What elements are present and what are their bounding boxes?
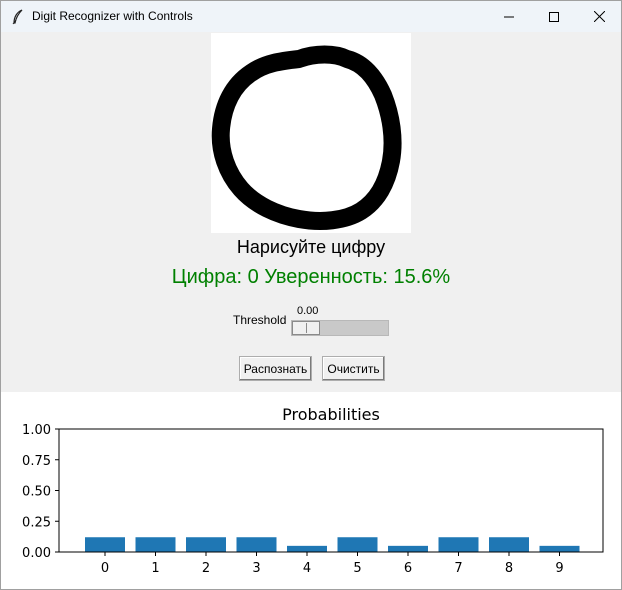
y-tick-label: 1.00 <box>22 423 51 438</box>
close-button[interactable] <box>576 1 621 32</box>
title-bar[interactable]: Digit Recognizer with Controls <box>1 1 621 32</box>
chart-svg: Probabilities 0 1 2 3 4 5 6 7 8 9 0.00 0.25 0.50 0.75 1… <box>22 405 604 576</box>
x-tick-label: 6 <box>404 561 412 576</box>
x-tick-label: 5 <box>353 561 361 576</box>
probability-chart: Probabilities 0 1 2 3 4 5 6 7 8 9 0.00 0.25 0.50 0.75 1… <box>1 392 621 589</box>
chart-bar <box>489 537 529 552</box>
y-tick-label: 0.50 <box>22 485 51 500</box>
x-tick-label: 7 <box>454 561 462 576</box>
app-window: Digit Recognizer with Controls Нарисуйте… <box>0 0 622 590</box>
x-tick-label: 2 <box>202 561 210 576</box>
chart-bar <box>539 545 580 552</box>
x-tick-label: 0 <box>101 561 109 576</box>
chart-bar <box>287 545 327 552</box>
chart-bar <box>135 537 176 552</box>
drawn-stroke <box>211 45 402 230</box>
prediction-result: Цифра: 0 Уверенность: 15.6% <box>171 266 451 288</box>
y-tick-label: 0.25 <box>22 515 51 530</box>
x-tick-label: 1 <box>151 561 159 576</box>
feather-icon <box>12 9 23 25</box>
y-tick-label: 0.00 <box>22 546 51 561</box>
x-tick-label: 8 <box>505 561 513 576</box>
threshold-slider-thumb[interactable] <box>292 321 320 335</box>
close-icon <box>593 11 605 22</box>
chart-bar <box>388 545 428 552</box>
threshold-value: 0.00 <box>297 305 319 317</box>
chart-bar <box>337 537 378 552</box>
clear-button[interactable]: Очистить <box>322 356 385 381</box>
instruction-text: Нарисуйте цифру <box>236 237 386 257</box>
chart-title: Probabilities <box>282 405 380 424</box>
chart-bar <box>85 537 125 552</box>
plot-frame <box>58 428 604 553</box>
maximize-icon <box>549 11 559 22</box>
maximize-button[interactable] <box>531 1 577 32</box>
threshold-label: Threshold <box>233 313 287 327</box>
chart-bar <box>236 537 277 552</box>
chart-bar <box>186 537 226 552</box>
x-tick-label: 9 <box>555 561 563 576</box>
window-title: Digit Recognizer with Controls <box>32 9 193 23</box>
minimize-button[interactable] <box>486 1 532 32</box>
recognize-button[interactable]: Распознать <box>239 356 312 381</box>
x-tick-label: 3 <box>252 561 260 576</box>
drawing-canvas[interactable] <box>211 33 411 233</box>
y-tick-label: 0.75 <box>22 454 51 469</box>
chart-bar <box>438 537 479 552</box>
minimize-icon <box>504 16 514 17</box>
x-tick-label: 4 <box>303 561 311 576</box>
